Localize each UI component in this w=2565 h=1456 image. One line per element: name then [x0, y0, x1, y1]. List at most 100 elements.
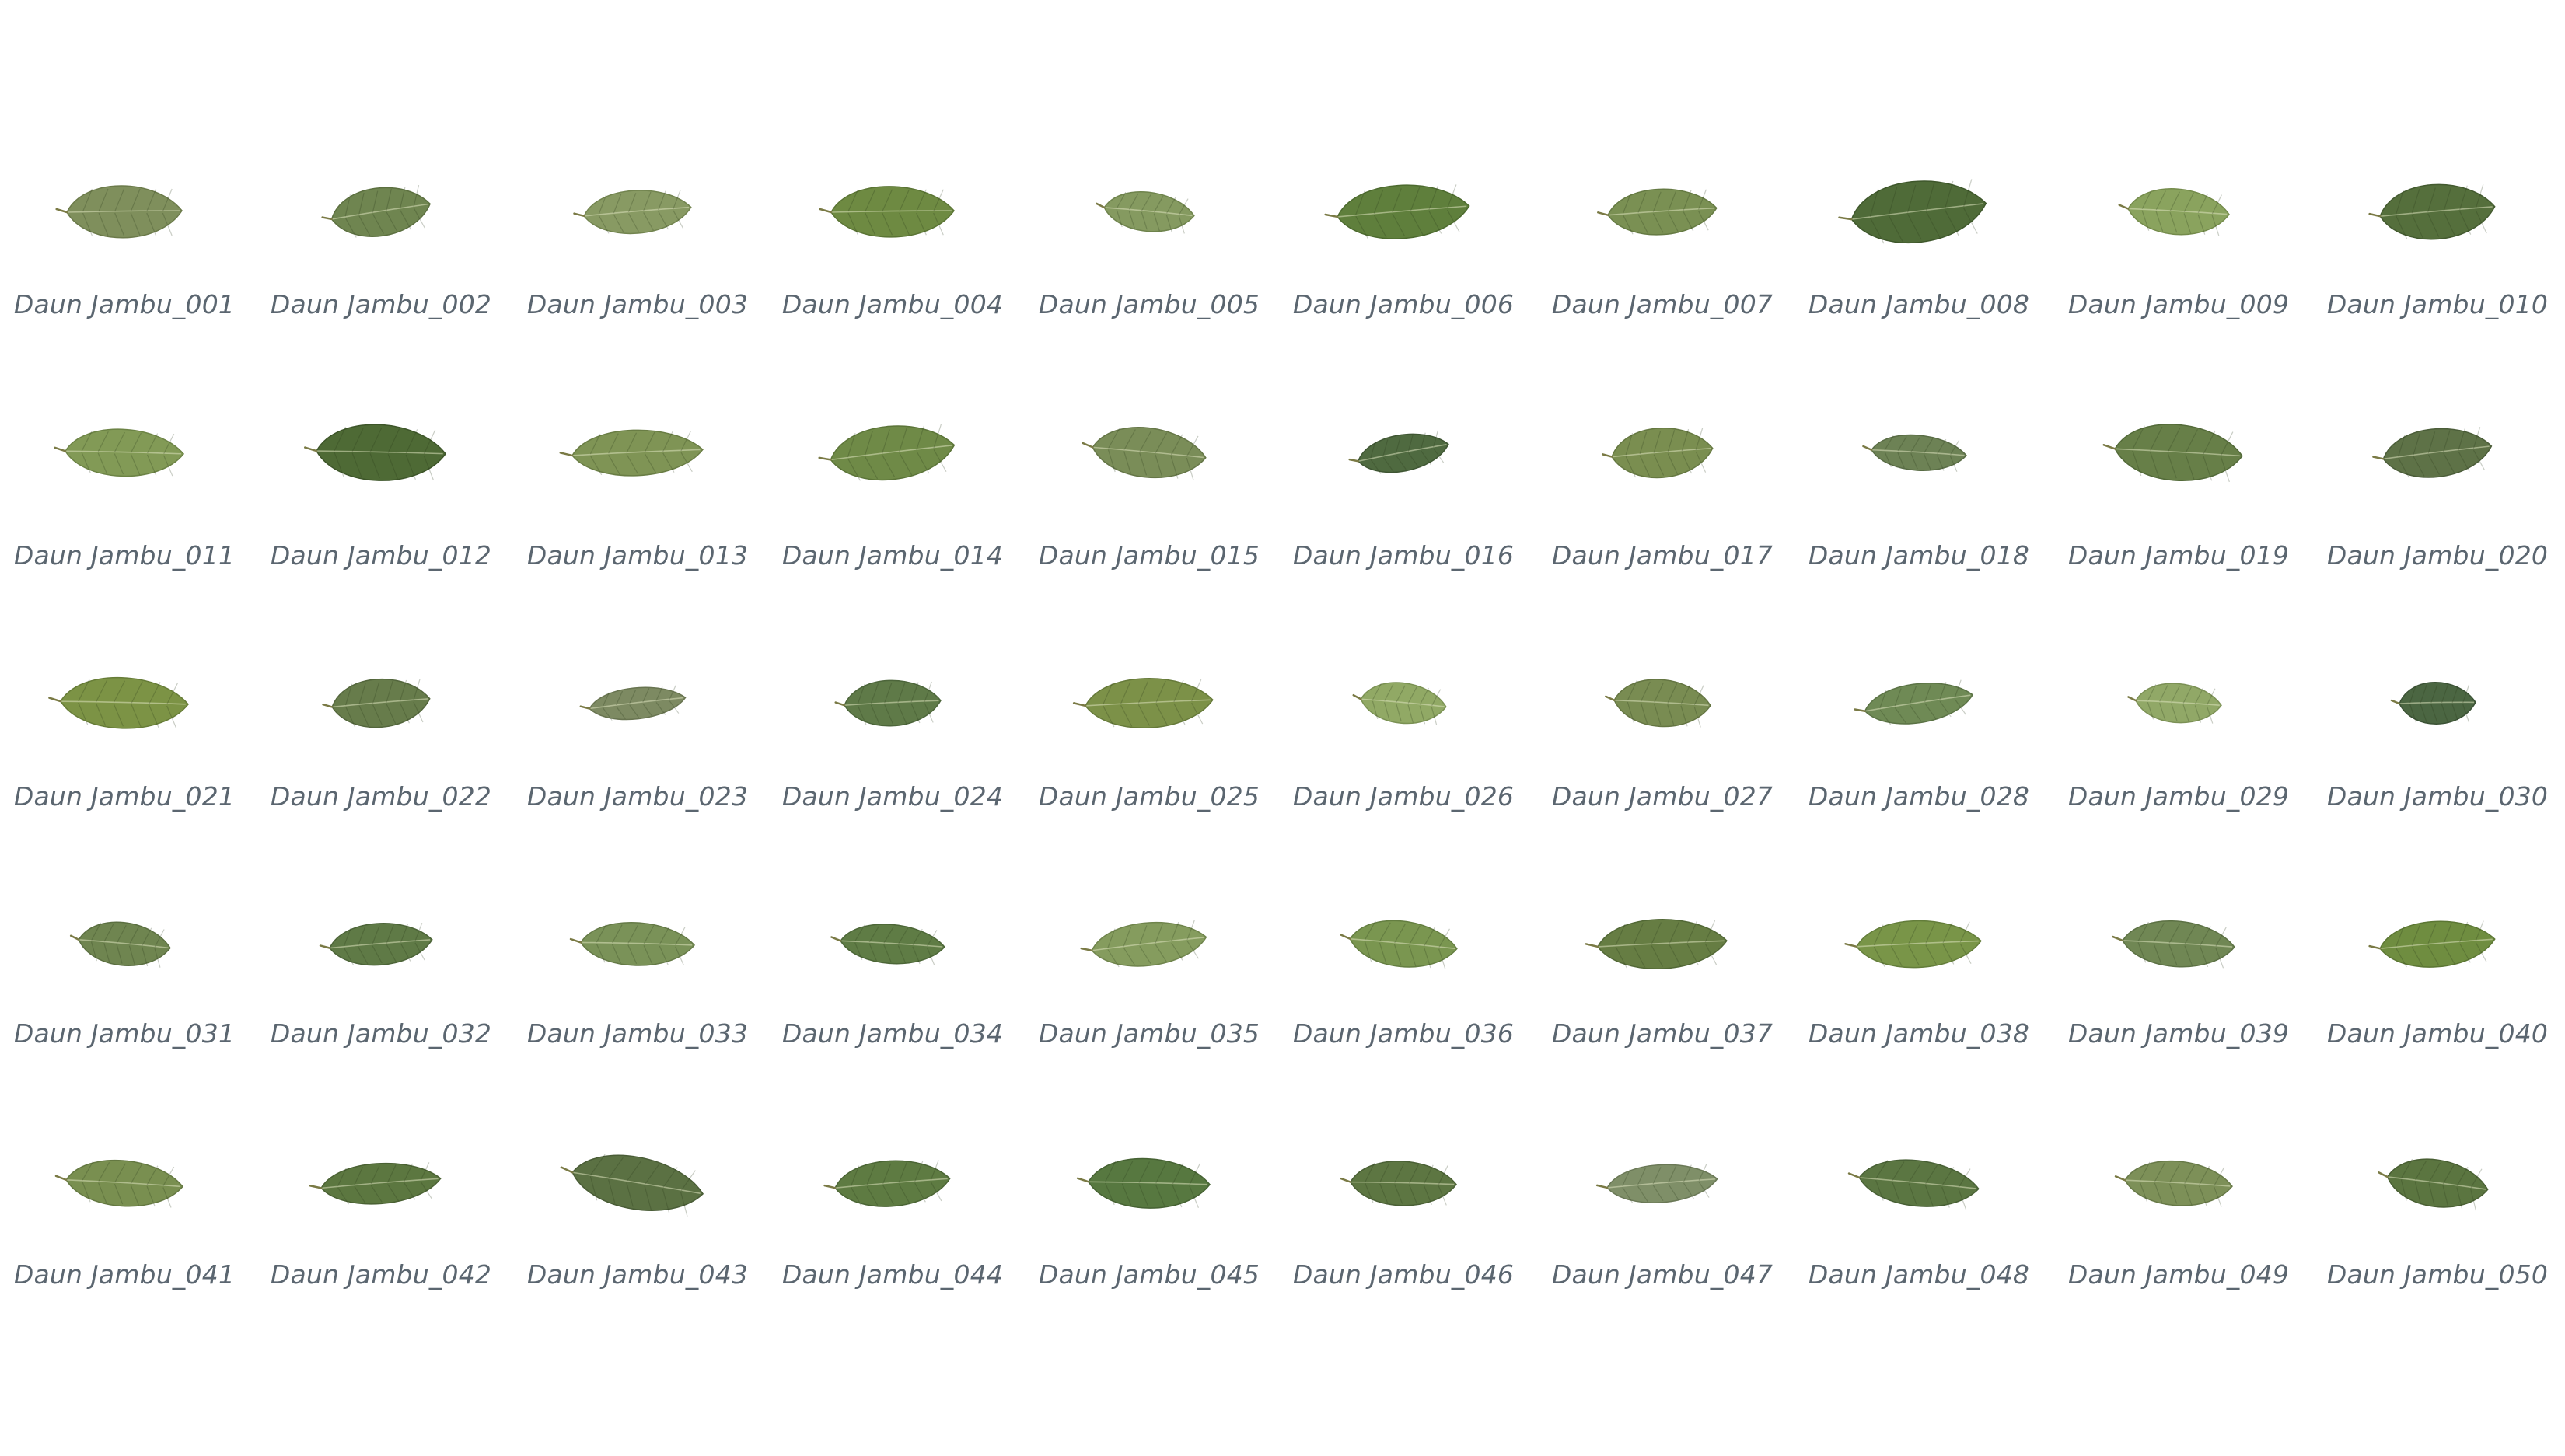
gallery-item: Daun Jambu_005: [1025, 134, 1274, 352]
leaf-photo-icon: [1838, 179, 1987, 244]
leaf-photo-icon: [2378, 1158, 2489, 1211]
leaf-caption: Daun Jambu_045: [1038, 1259, 1260, 1290]
leaf-blade: [830, 425, 956, 481]
leaf-stem: [823, 1184, 837, 1189]
leaf-photo-icon: [54, 428, 184, 477]
leaf-caption: Daun Jambu_005: [1038, 289, 1260, 319]
gallery-item: Daun Jambu_003: [513, 134, 762, 352]
gallery-item: Daun Jambu_001: [0, 134, 249, 352]
leaf-stem: [1844, 943, 1858, 948]
leaf-photo-icon: [1352, 682, 1447, 726]
leaf-photo-icon: [2368, 920, 2496, 968]
leaf-photo-icon: [54, 1159, 183, 1208]
gallery-item: Daun Jambu_011: [0, 375, 249, 593]
leaf-stem: [2390, 699, 2401, 705]
leaf-stem: [819, 208, 833, 214]
gallery-item: Daun Jambu_004: [768, 134, 1017, 352]
leaf-stem: [2118, 204, 2130, 210]
leaf-caption: Daun Jambu_003: [526, 289, 749, 319]
leaf-photo-icon: [55, 185, 183, 239]
leaf-photo-icon: [69, 921, 171, 968]
leaf-stem: [1838, 216, 1853, 221]
leaf-caption: Daun Jambu_007: [1551, 289, 1773, 319]
gallery-item: Daun Jambu_045: [1025, 1106, 1274, 1324]
gallery-item: Daun Jambu_007: [1538, 134, 1787, 352]
leaf-stem: [55, 208, 68, 214]
leaf-photo-icon: [569, 922, 696, 966]
leaf-stem: [1862, 445, 1873, 451]
gallery-item: Daun Jambu_006: [1279, 134, 1528, 352]
gallery-item: Daun Jambu_008: [1794, 134, 2043, 352]
leaf-stem: [1340, 934, 1351, 941]
leaf-photo-icon: [1844, 920, 1982, 969]
gallery-item: Daun Jambu_040: [2313, 867, 2562, 1084]
leaf-stem: [2127, 696, 2137, 702]
gallery-item: Daun Jambu_037: [1538, 867, 1787, 1084]
leaf-stem: [322, 703, 334, 708]
leaf-blade: [1349, 920, 1458, 968]
leaf-photo-icon: [1597, 188, 1718, 236]
gallery-item: Daun Jambu_018: [1794, 375, 2043, 593]
leaf-photo-icon: [823, 1160, 951, 1207]
gallery-item: Daun Jambu_041: [0, 1106, 249, 1324]
leaf-caption: Daun Jambu_026: [1292, 781, 1515, 812]
leaf-stem: [54, 446, 67, 452]
gallery-item: Daun Jambu_024: [768, 626, 1017, 843]
leaf-stem: [830, 936, 842, 942]
leaf-caption: Daun Jambu_037: [1551, 1018, 1773, 1049]
gallery-item: Daun Jambu_042: [257, 1106, 505, 1324]
leaf-blade: [2382, 428, 2493, 478]
leaf-stem: [2368, 944, 2382, 950]
leaf-stem: [309, 1185, 323, 1189]
leaf-caption: Daun Jambu_049: [2067, 1259, 2290, 1290]
leaf-photo-icon: [819, 186, 955, 238]
gallery-item: Daun Jambu_043: [513, 1106, 762, 1324]
leaf-stem: [560, 1166, 574, 1174]
leaf-caption: Daun Jambu_004: [781, 289, 1004, 319]
gallery-item: Daun Jambu_017: [1538, 375, 1787, 593]
leaf-stem: [1352, 693, 1362, 700]
gallery-item: Daun Jambu_009: [2054, 134, 2303, 352]
leaf-stem: [304, 446, 318, 452]
leaf-photo-icon: [2118, 188, 2230, 236]
gallery-item: Daun Jambu_015: [1025, 375, 1274, 593]
leaf-caption: Daun Jambu_033: [526, 1018, 749, 1049]
leaf-photo-icon: [1072, 678, 1214, 729]
leaf-caption: Daun Jambu_034: [781, 1018, 1004, 1049]
leaf-caption: Daun Jambu_022: [270, 781, 492, 812]
leaf-caption: Daun Jambu_012: [270, 540, 492, 571]
gallery-item: Daun Jambu_014: [768, 375, 1017, 593]
leaf-caption: Daun Jambu_036: [1292, 1018, 1515, 1049]
gallery-item: Daun Jambu_050: [2313, 1106, 2562, 1324]
leaf-caption: Daun Jambu_019: [2067, 540, 2290, 571]
leaf-caption: Daun Jambu_043: [526, 1259, 749, 1290]
leaf-stem: [1605, 695, 1616, 701]
leaf-photo-icon: [1080, 920, 1207, 968]
leaf-photo-icon: [1324, 184, 1470, 239]
leaf-stem: [1072, 702, 1087, 707]
leaf-blade: [78, 921, 171, 966]
leaf-photo-icon: [1348, 430, 1449, 474]
leaf-photo-icon: [1605, 679, 1711, 728]
leaf-stem: [1082, 442, 1094, 449]
leaf-photo-icon: [830, 924, 945, 965]
leaf-blade: [589, 686, 687, 721]
leaf-caption: Daun Jambu_011: [13, 540, 236, 571]
leaf-stem: [569, 937, 582, 944]
leaf-photo-icon: [2112, 920, 2235, 969]
gallery-item: Daun Jambu_027: [1538, 626, 1787, 843]
leaf-photo-icon: [573, 190, 692, 235]
gallery-item: Daun Jambu_013: [513, 375, 762, 593]
leaf-caption: Daun Jambu_047: [1551, 1259, 1773, 1290]
gallery-item: Daun Jambu_012: [257, 375, 505, 593]
gallery-item: Daun Jambu_020: [2313, 375, 2562, 593]
gallery-item: Daun Jambu_032: [257, 867, 505, 1084]
gallery-item: Daun Jambu_016: [1279, 375, 1528, 593]
leaf-photo-icon: [1854, 679, 1974, 726]
leaf-stem: [818, 456, 832, 461]
leaf-stem: [559, 452, 574, 457]
leaf-photo-icon: [1585, 919, 1728, 970]
leaf-photo-icon: [319, 923, 433, 966]
leaf-blade: [1850, 180, 1987, 244]
gallery-item: Daun Jambu_039: [2054, 867, 2303, 1084]
